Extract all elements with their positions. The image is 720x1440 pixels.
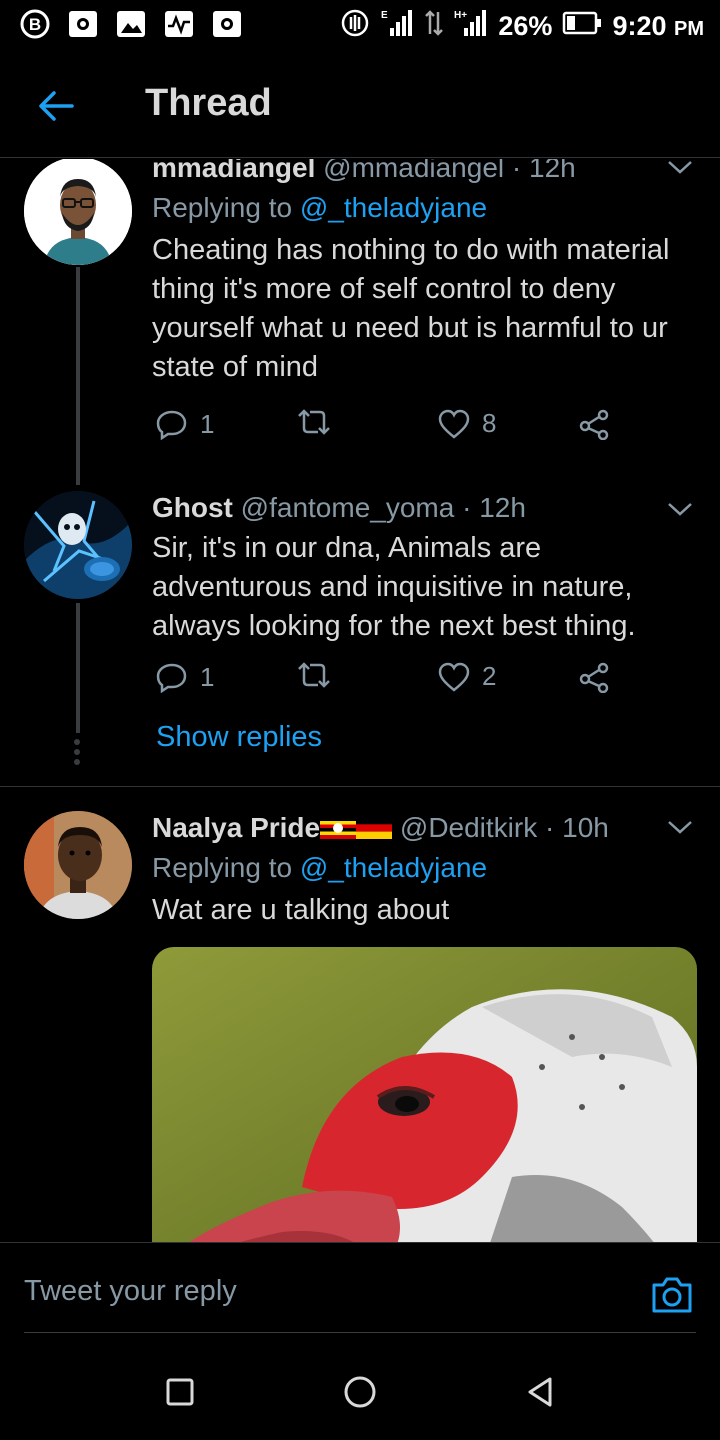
system-status: E H+ 26% 9:20 PM: [340, 8, 704, 45]
divider: [0, 786, 720, 787]
svg-text:B: B: [29, 15, 41, 34]
battery-icon: [562, 11, 602, 42]
clock-suffix: PM: [674, 18, 704, 40]
like-count: 8: [482, 408, 497, 438]
reply-count: 1: [200, 408, 215, 439]
chevron-down-icon[interactable]: [666, 817, 694, 837]
reply-icon: [156, 410, 187, 440]
tweet[interactable]: mmadiangel @mmadiangel · 12h Replying to…: [0, 159, 720, 485]
replying-to: Replying to @_theladyjane: [152, 849, 697, 887]
reply-icon: [156, 663, 187, 693]
reply-underline: [24, 1332, 696, 1333]
status-bar: B E H+ 26% 9:20 PM: [0, 0, 720, 50]
handle[interactable]: @mmadiangel: [323, 159, 504, 183]
tweet-media-image[interactable]: [152, 947, 697, 1242]
tweet-text: Cheating has nothing to do with material…: [152, 234, 670, 383]
heart-icon: [438, 662, 470, 692]
germany-flag-icon: [356, 812, 393, 843]
clock-time: 9:20: [612, 11, 667, 41]
separator: ·: [511, 159, 522, 183]
display-name[interactable]: Ghost: [152, 492, 233, 523]
retweet-button[interactable]: [296, 408, 344, 436]
retweet-icon: [298, 409, 330, 435]
page-title: Thread: [145, 82, 272, 124]
timestamp: 10h: [562, 812, 609, 843]
tweet-text: Wat are u talking about: [152, 894, 450, 926]
share-button[interactable]: [578, 661, 610, 693]
chevron-down-icon[interactable]: [666, 159, 694, 177]
reply-composer: Tweet your reply: [0, 1242, 720, 1334]
back-arrow-icon[interactable]: [36, 86, 76, 126]
mention-link[interactable]: @_theladyjane: [300, 192, 487, 223]
avatar[interactable]: [24, 811, 132, 919]
svg-text:H+: H+: [454, 10, 467, 21]
uganda-flag-icon: [320, 812, 357, 843]
svg-text:E: E: [381, 10, 388, 21]
recents-square-icon[interactable]: [162, 1374, 198, 1410]
show-replies-link[interactable]: Show replies: [156, 721, 322, 754]
tweet-header: Naalya Pride @Deditkirk · 10h: [152, 811, 697, 845]
tweet-content: Naalya Pride @Deditkirk · 10h Replying t…: [152, 811, 697, 930]
tweet[interactable]: Naalya Pride @Deditkirk · 10h Replying t…: [0, 799, 720, 1242]
separator: ·: [545, 812, 555, 843]
battery-percent: 26%: [498, 11, 553, 41]
separator: ·: [462, 492, 472, 523]
tweet-header: mmadiangel @mmadiangel · 12h: [152, 159, 697, 185]
activity-icon: [162, 8, 196, 40]
share-icon: [579, 409, 609, 440]
thread-dots: [74, 739, 82, 769]
reply-count: 1: [200, 661, 215, 692]
replying-label: Replying to: [152, 852, 293, 883]
tweet-content: Ghost @fantome_yoma · 12h Sir, it's in o…: [152, 491, 697, 646]
home-circle-icon[interactable]: [342, 1374, 378, 1410]
tweet[interactable]: Ghost @fantome_yoma · 12h Sir, it's in o…: [0, 481, 720, 781]
like-button[interactable]: 8: [438, 408, 496, 439]
tweet-content: mmadiangel @mmadiangel · 12h Replying to…: [152, 159, 697, 387]
avatar[interactable]: [24, 491, 132, 599]
retweet-button[interactable]: [296, 661, 344, 689]
reply-button[interactable]: 1: [156, 661, 214, 693]
timestamp: 12h: [479, 492, 526, 523]
like-button[interactable]: 2: [438, 661, 496, 692]
system-nav-bar: [0, 1340, 720, 1440]
handle[interactable]: @Deditkirk: [400, 812, 537, 843]
replying-to: Replying to @_theladyjane: [152, 189, 697, 227]
hotspot-icon: [340, 8, 370, 45]
share-button[interactable]: [578, 408, 610, 440]
reply-input[interactable]: Tweet your reply: [24, 1275, 237, 1308]
replying-label: Replying to: [152, 192, 293, 223]
retweet-icon: [298, 662, 330, 688]
handle[interactable]: @fantome_yoma: [241, 492, 455, 523]
heart-icon: [438, 409, 470, 439]
signal-icon: E: [380, 8, 414, 45]
thread-feed[interactable]: mmadiangel @mmadiangel · 12h Replying to…: [0, 159, 720, 1242]
app-notification-icon: [66, 8, 100, 40]
share-icon: [579, 662, 609, 693]
chevron-down-icon[interactable]: [666, 499, 694, 519]
display-name[interactable]: mmadiangel: [152, 159, 315, 183]
reply-button[interactable]: 1: [156, 408, 214, 440]
display-name[interactable]: Naalya Pride: [152, 812, 320, 843]
app-notification-icon: [210, 8, 244, 40]
tweet-text: Sir, it's in our dna, Animals are advent…: [152, 532, 636, 642]
camera-icon[interactable]: [650, 1275, 694, 1315]
tweet-actions: 1 8: [152, 408, 622, 448]
timestamp: 12h: [529, 159, 576, 183]
signal-icon: H+: [454, 8, 488, 45]
tweet-header: Ghost @fantome_yoma · 12h: [152, 491, 697, 525]
tweet-actions: 1 2: [152, 661, 622, 701]
bitcoin-icon: B: [18, 8, 52, 40]
data-transfer-icon: [424, 8, 444, 45]
like-count: 2: [482, 661, 497, 691]
thread-connector: [76, 603, 80, 733]
thread-connector: [76, 267, 80, 485]
mention-link[interactable]: @_theladyjane: [300, 852, 487, 883]
back-triangle-icon[interactable]: [522, 1374, 558, 1410]
clock: 9:20 PM: [612, 11, 704, 42]
app-bar: Thread: [0, 52, 720, 158]
notification-icons: B: [18, 8, 244, 40]
avatar[interactable]: [24, 159, 132, 265]
gallery-icon: [114, 8, 148, 40]
